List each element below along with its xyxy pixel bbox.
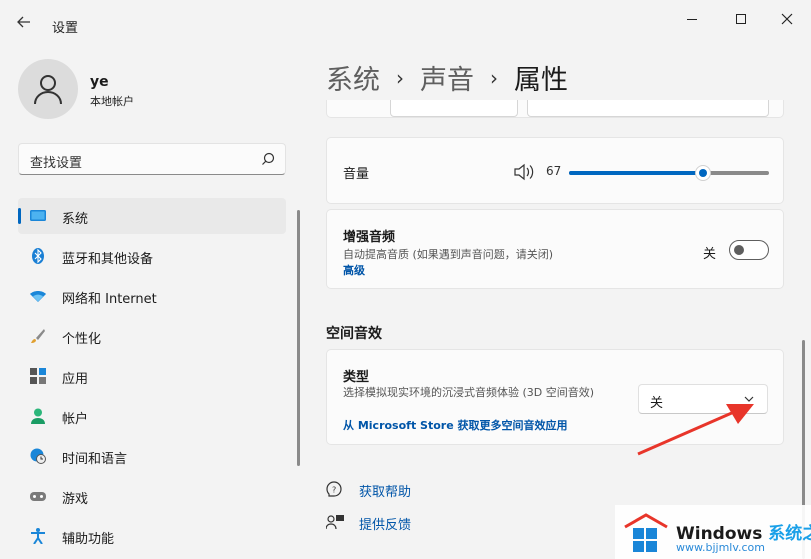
sidebar-item-label: 辅助功能 [62,532,115,547]
sidebar-item-apps[interactable]: 应用 [18,358,286,394]
sidebar-item-personalization[interactable]: 个性化 [18,318,286,354]
sidebar-item-label: 应用 [62,372,89,387]
sidebar-item-accessibility[interactable]: 辅助功能 [18,518,286,554]
store-link[interactable]: 从 Microsoft Store 获取更多空间音效应用 [343,417,567,433]
enhance-audio-toggle[interactable] [729,240,769,260]
volume-label: 音量 [343,167,370,182]
maximize-button[interactable] [726,8,756,30]
sidebar-item-time-language[interactable]: 时间和语言 [18,438,286,474]
spatial-type-title: 类型 [343,370,370,385]
gamepad-icon [30,492,46,501]
person-icon [34,75,62,105]
sidebar-item-network[interactable]: 网络和 Internet [18,278,286,314]
sidebar-item-label: 蓝牙和其他设备 [62,252,154,267]
get-help-row[interactable]: ? 获取帮助 [326,480,411,500]
breadcrumb-system[interactable]: 系统 [326,58,380,97]
volume-slider[interactable] [569,165,769,181]
back-arrow-icon[interactable] [16,14,36,34]
enhance-audio-card: 增强音频 自动提高音质 (如果遇到声音问题，请关闭) 高级 关 [326,209,784,289]
volume-slider-thumb[interactable] [695,165,711,181]
sidebar-item-label: 系统 [62,212,89,227]
sidebar-scrollbar[interactable] [297,210,300,466]
user-name: ye [90,74,109,90]
breadcrumb: 系统 › 声音 › 属性 [326,58,568,97]
apps-icon [30,368,46,384]
bluetooth-icon [32,248,44,264]
sidebar-item-label: 帐户 [62,412,89,427]
annotation-arrow [637,404,754,456]
enhance-audio-title: 增强音频 [343,230,396,245]
close-icon [781,13,793,25]
app-title: 设置 [52,21,79,36]
feedback-row[interactable]: 提供反馈 [326,513,411,533]
minimize-icon [687,18,697,20]
watermark: Windows 系统之家 www.bjjmlv.com [615,505,811,559]
breadcrumb-current: 属性 [514,65,568,96]
sidebar-item-accounts[interactable]: 帐户 [18,398,286,434]
search-placeholder: 查找设置 [30,156,83,171]
windows-logo-icon [624,513,668,552]
search-icon [262,152,275,165]
format-card [326,100,784,118]
enhance-audio-description: 自动提高音质 (如果遇到声音问题，请关闭) [343,248,554,261]
account-icon [31,408,45,424]
maximize-icon [736,14,746,24]
toggle-knob [734,245,744,255]
sidebar-item-label: 时间和语言 [62,452,128,467]
system-icon [30,210,46,221]
help-icon: ? [326,481,342,497]
format-select-1[interactable] [390,100,518,117]
advanced-link[interactable]: 高级 [343,262,365,278]
content-area: 音量 67 增强音频 自动提高音质 (如果遇到声音问题，请关闭) 高级 关 空间… [326,100,786,559]
sidebar-item-bluetooth[interactable]: 蓝牙和其他设备 [18,238,286,274]
feedback-icon [326,515,344,530]
avatar[interactable] [18,59,78,119]
spatial-type-description: 选择模拟现实环境的沉浸式音频体验 (3D 空间音效) [343,386,595,399]
sidebar-item-label: 个性化 [62,332,102,347]
breadcrumb-separator: › [490,65,498,90]
breadcrumb-separator: › [396,65,404,90]
sidebar-item-gaming[interactable]: 游戏 [18,478,286,514]
accessibility-icon [31,528,45,544]
brush-icon [31,329,45,343]
get-help-link[interactable]: 获取帮助 [359,481,411,500]
sidebar-nav: 系统 蓝牙和其他设备 网络和 Internet 个性化 应用 帐户 时间和语言 … [18,198,286,558]
sidebar-item-label: 网络和 Internet [62,292,157,307]
title-bar: 设置 [0,0,811,40]
close-button[interactable] [772,8,802,30]
active-indicator [18,208,21,224]
search-input[interactable]: 查找设置 [18,143,286,175]
svg-text:?: ? [332,486,336,495]
sidebar-item-label: 游戏 [62,492,89,507]
format-select-2[interactable] [527,100,769,117]
section-title-spatial-sound: 空间音效 [326,326,382,342]
watermark-brand-suffix: 系统之家 [768,524,811,544]
volume-slider-fill [569,171,703,175]
feedback-link[interactable]: 提供反馈 [359,514,411,533]
volume-card: 音量 67 [326,137,784,204]
minimize-button[interactable] [677,8,707,30]
breadcrumb-sound[interactable]: 声音 [420,58,474,97]
wifi-icon [30,291,46,302]
globe-clock-icon [30,448,46,464]
sidebar-item-system[interactable]: 系统 [18,198,286,234]
watermark-url: www.bjjmlv.com [676,541,765,554]
speaker-icon[interactable] [513,163,535,181]
toggle-state-label: 关 [703,247,717,262]
volume-value: 67 [546,164,562,178]
account-type: 本地帐户 [90,95,134,108]
